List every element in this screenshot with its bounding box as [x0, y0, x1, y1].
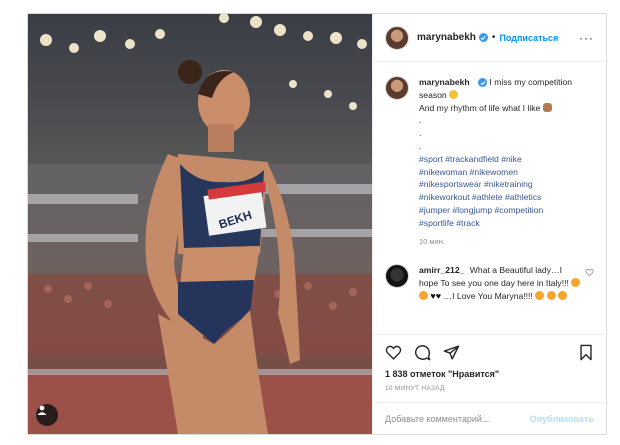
comment-icon	[414, 344, 431, 360]
avatar[interactable]	[385, 25, 409, 50]
caption-dot: .	[419, 140, 422, 151]
caption-avatar[interactable]	[385, 76, 409, 100]
header-separator: •	[491, 32, 496, 43]
add-comment-bar: Опубликовать	[373, 402, 606, 434]
hashtag-link[interactable]: #sport	[419, 154, 443, 164]
author-username[interactable]: marynabekh	[417, 32, 476, 43]
hashtag-link[interactable]: #nike	[501, 154, 522, 164]
comment-text-continued: …I Love You Maryna!!!!	[443, 290, 533, 301]
bookmark-icon	[580, 344, 592, 360]
heart-eyes-emoji-icon	[571, 278, 581, 288]
hashtag-link[interactable]: #niketraining	[484, 179, 533, 189]
comment-item: amirr_212_ What a Beautiful lady…I hope …	[385, 264, 594, 302]
commenter-username[interactable]: amirr_212_	[419, 265, 464, 275]
hashtag-link[interactable]: #longjump	[452, 205, 492, 215]
verified-badge-icon	[478, 78, 488, 88]
hashtag-link[interactable]: #nikewomen	[470, 167, 518, 177]
comment-button[interactable]	[414, 344, 431, 361]
verified-badge-icon	[478, 33, 488, 42]
commenter-avatar[interactable]	[385, 264, 409, 289]
hashtag-link[interactable]: #trackandfield	[445, 154, 499, 164]
like-button[interactable]	[385, 344, 402, 361]
heart-icon	[385, 345, 402, 360]
heart-eyes-emoji-icon	[535, 290, 545, 300]
hashtag-link[interactable]: #jumper	[419, 205, 450, 215]
caption-dot: .	[419, 128, 422, 139]
hashtag-link[interactable]: #sportlife	[419, 218, 454, 228]
caption-username[interactable]: marynabekh	[419, 77, 470, 87]
caption-dot: .	[419, 115, 422, 126]
post-header: marynabekh • Подписаться ···	[373, 14, 606, 62]
hashtag-link[interactable]: #athlete	[472, 192, 503, 202]
share-icon	[443, 344, 460, 360]
hashtag-link[interactable]: #nikeworkout	[419, 192, 470, 202]
hashtag-link[interactable]: #nikewoman	[419, 167, 467, 177]
comment-input[interactable]	[385, 413, 530, 424]
instagram-post: BEKH marynabekh • Подписаться ··· maryna…	[27, 13, 607, 435]
hashtag-link[interactable]: #competition	[495, 205, 544, 215]
post-side-panel: marynabekh • Подписаться ··· marynabekh …	[372, 14, 606, 434]
heart-eyes-emoji-icon	[546, 290, 556, 300]
ok-hand-emoji-icon	[542, 102, 552, 112]
more-options-button[interactable]: ···	[579, 32, 594, 44]
black-heart-emoji-icon: ♥♥	[430, 290, 442, 301]
publish-button[interactable]: Опубликовать	[530, 414, 594, 424]
follow-button[interactable]: Подписаться	[499, 33, 558, 43]
post-photo[interactable]: BEKH	[28, 14, 372, 434]
likes-count[interactable]: 1 838 отметок "Нравится"	[385, 369, 594, 379]
post-timestamp: 10 МИНУТ НАЗАД	[385, 385, 445, 392]
post-caption: marynabekh I miss my competition season …	[385, 76, 594, 248]
hashtag-link[interactable]: #nikesportswear	[419, 179, 482, 189]
hashtag-list: #sport #trackandfield #nike #nikewoman #…	[419, 154, 543, 228]
user-tag-icon	[37, 405, 47, 415]
tag-people-button[interactable]	[36, 404, 58, 426]
heart-icon	[585, 269, 594, 277]
save-button[interactable]	[578, 344, 594, 361]
post-actions: 1 838 отметок "Нравится" 10 МИНУТ НАЗАД	[373, 334, 606, 402]
athlete-photo-illustration: BEKH	[28, 14, 372, 434]
smile-emoji-icon	[449, 89, 459, 99]
caption-timestamp: 10 мин.	[419, 236, 445, 246]
hashtag-link[interactable]: #track	[456, 218, 479, 228]
action-icons	[385, 341, 594, 363]
comment-like-button[interactable]	[582, 264, 594, 302]
hashtag-link[interactable]: #athletics	[505, 192, 541, 202]
share-button[interactable]	[443, 344, 460, 361]
heart-eyes-emoji-icon	[557, 290, 567, 300]
comments-area[interactable]: marynabekh I miss my competition season …	[373, 62, 606, 334]
heart-eyes-emoji-icon	[419, 290, 428, 300]
caption-line-2: And my rhythm of life what I like	[419, 102, 541, 113]
